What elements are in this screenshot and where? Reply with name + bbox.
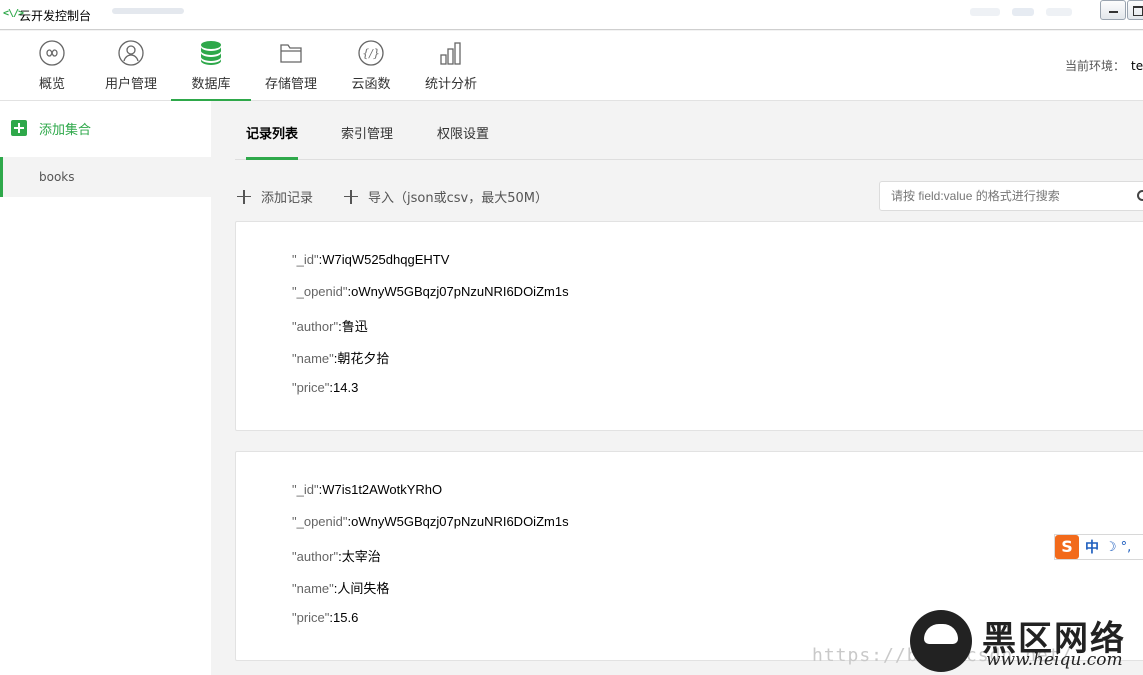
record-field-author: "author":太宰治: [292, 549, 381, 564]
search-box: [879, 181, 1143, 211]
function-icon: {/}: [358, 40, 384, 66]
add-collection-label: 添加集合: [39, 122, 92, 138]
svg-text:{/}: {/}: [362, 47, 380, 60]
record-field-id: "_id":W7iqW525dhqgEHTV: [292, 252, 450, 267]
nav-cloud-functions[interactable]: {/} 云函数: [348, 31, 394, 101]
nav-statistics[interactable]: 统计分析: [422, 31, 480, 101]
punctuation-icon[interactable]: °,: [1121, 540, 1132, 555]
record-field-price: "price":14.3: [292, 380, 359, 395]
nav-database[interactable]: 数据库: [171, 31, 251, 101]
tab-index-management[interactable]: 索引管理: [341, 123, 393, 160]
environment-selector[interactable]: 当前环境： te: [1065, 57, 1143, 74]
bar-chart-icon: [440, 42, 461, 65]
record-field-openid: "_openid":oWnyW5GBqzj07pNzuNRI6DOiZm1s: [292, 284, 569, 299]
maximize-button[interactable]: [1127, 0, 1143, 20]
toolbar-blurred-item: [1012, 8, 1034, 16]
title-bar: <\/> 云开发控制台: [0, 0, 1143, 30]
toolbar-blurred-item: [1046, 8, 1072, 16]
record-field-openid: "_openid":oWnyW5GBqzj07pNzuNRI6DOiZm1s: [292, 514, 569, 529]
collection-item-books[interactable]: books: [0, 157, 211, 197]
toolbar-blurred-item: [970, 8, 1000, 16]
record-field-author: "author":鲁迅: [292, 319, 368, 334]
tab-record-list[interactable]: 记录列表: [246, 123, 299, 160]
ime-toolbar[interactable]: S 中 ☽ °,: [1054, 534, 1143, 560]
sogou-ime-icon[interactable]: S: [1055, 535, 1079, 559]
main-content: 记录列表 索引管理 权限设置 添加记录 导入（json或csv，最大50M） "…: [211, 101, 1143, 675]
search-input[interactable]: [880, 182, 1120, 210]
record-field-id: "_id":W7is1t2AWotkYRhO: [292, 482, 443, 497]
env-label: 当前环境：: [1065, 59, 1126, 73]
plus-icon: [237, 189, 251, 204]
add-collection-button[interactable]: 添加集合: [11, 119, 92, 138]
watermark-logo-icon: [910, 610, 972, 672]
nav-label: 存储管理: [264, 77, 317, 92]
nav-user-management[interactable]: 用户管理: [102, 31, 160, 101]
collection-sidebar: 添加集合 books: [0, 101, 211, 675]
ime-mode-indicator[interactable]: 中: [1085, 537, 1099, 557]
add-record-button[interactable]: 添加记录: [237, 187, 313, 206]
nav-storage-management[interactable]: 存储管理: [262, 31, 320, 101]
env-value: te: [1131, 59, 1143, 73]
record-field-name: "name":朝花夕拾: [292, 351, 390, 366]
record-field-name: "name":人间失格: [292, 581, 390, 596]
import-label: 导入（json或csv，最大50M）: [368, 191, 548, 206]
import-button[interactable]: 导入（json或csv，最大50M）: [344, 187, 548, 206]
user-icon: [118, 40, 144, 66]
title-blurred-text: [112, 8, 184, 14]
nav-overview[interactable]: 概览: [31, 31, 73, 101]
moon-icon[interactable]: ☽: [1105, 540, 1117, 555]
search-icon[interactable]: [1137, 190, 1143, 201]
nav-label: 用户管理: [104, 77, 157, 92]
add-record-label: 添加记录: [261, 191, 314, 206]
top-nav: 概览 用户管理 数据库 存储管理 {/} 云函数 统计分析 当前环境： te: [0, 31, 1143, 101]
plus-icon: [344, 189, 358, 204]
plus-box-icon: [11, 120, 27, 136]
minimize-button[interactable]: [1100, 0, 1126, 20]
record-field-price: "price":15.6: [292, 610, 359, 625]
watermark-site: www.heiqu.com: [986, 650, 1123, 670]
nav-label: 数据库: [191, 77, 231, 92]
nav-label: 云函数: [351, 77, 391, 92]
window-title: 云开发控制台: [19, 9, 92, 23]
nav-label: 概览: [38, 77, 65, 92]
folder-icon: [280, 44, 302, 63]
infinity-icon: [39, 40, 65, 66]
record-tabs: 记录列表 索引管理 权限设置: [235, 101, 1143, 160]
record-card[interactable]: "_id":W7iqW525dhqgEHTV "_openid":oWnyW5G…: [235, 221, 1143, 431]
nav-label: 统计分析: [424, 77, 477, 92]
tab-permission-settings[interactable]: 权限设置: [437, 123, 489, 160]
database-icon: [201, 41, 221, 65]
